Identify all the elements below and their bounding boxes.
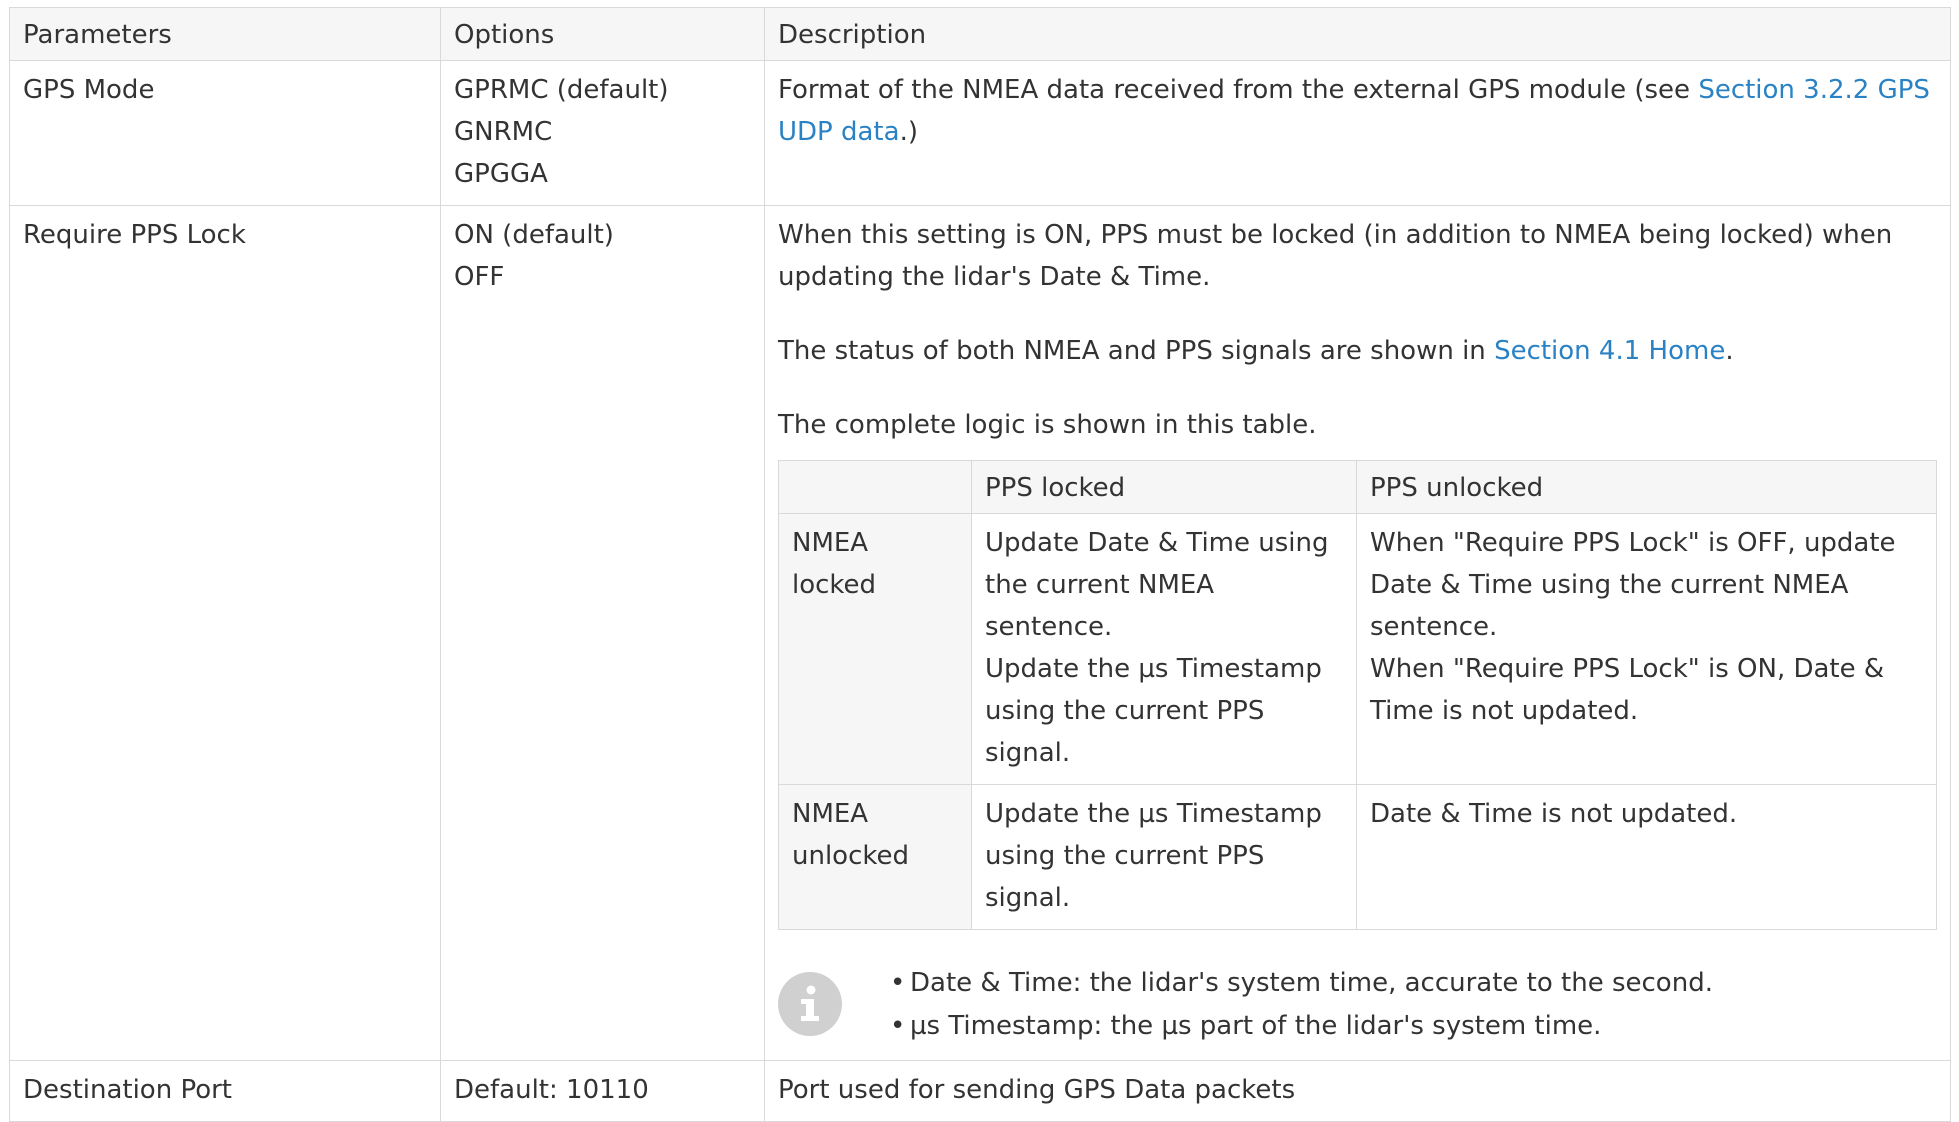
logic-rowhead-nmea-unlocked: NMEA unlocked bbox=[778, 784, 972, 930]
header-description: Description bbox=[764, 7, 1951, 61]
description-require-pps-lock: When this setting is ON, PPS must be loc… bbox=[764, 205, 1951, 1061]
desc-text-end: . bbox=[1725, 336, 1734, 366]
param-gps-mode: GPS Mode bbox=[9, 60, 441, 206]
cell-line: Update Date & Time using the current NME… bbox=[985, 528, 1329, 642]
cell-line: When "Require PPS Lock" is ON, Date & Ti… bbox=[1370, 654, 1885, 726]
options-gps-mode: GPRMC (default) GNRMC GPGGA bbox=[440, 60, 765, 206]
option-item: OFF bbox=[454, 262, 505, 292]
description-destination-port: Port used for sending GPS Data packets bbox=[764, 1060, 1951, 1122]
logic-header-empty bbox=[778, 460, 972, 514]
parameters-table: Parameters Options Description GPS Mode … bbox=[9, 7, 1951, 1122]
option-item: GNRMC bbox=[454, 117, 553, 147]
section-4-1-home-link[interactable]: Section 4.1 Home bbox=[1494, 336, 1725, 366]
desc-paragraph-1: When this setting is ON, PPS must be loc… bbox=[778, 220, 1893, 292]
logic-header-row: PPS locked PPS unlocked bbox=[778, 460, 1937, 514]
note-item: • Date & Time: the lidar's system time, a… bbox=[890, 962, 1713, 1005]
option-item: GPGGA bbox=[454, 159, 548, 189]
info-icon bbox=[778, 972, 842, 1036]
logic-rowhead-nmea-locked: NMEA locked bbox=[778, 513, 972, 785]
bullet: • bbox=[890, 1011, 906, 1041]
option-item: ON (default) bbox=[454, 220, 614, 250]
note-item: • µs Timestamp: the µs part of the lidar'… bbox=[890, 1005, 1713, 1048]
header-options: Options bbox=[440, 7, 765, 61]
logic-row-nmea-locked: NMEA locked Update Date & Time using the… bbox=[778, 513, 1937, 785]
logic-cell-unlocked-unlocked: Date & Time is not updated. bbox=[1356, 784, 1937, 930]
table-row-require-pps-lock: Require PPS Lock ON (default) OFF When t… bbox=[9, 205, 1951, 1061]
desc-text: Format of the NMEA data received from th… bbox=[778, 75, 1699, 105]
note-list: • Date & Time: the lidar's system time, a… bbox=[890, 962, 1713, 1048]
logic-table: PPS locked PPS unlocked NMEA locked Upda… bbox=[778, 460, 1937, 930]
option-item: GPRMC (default) bbox=[454, 75, 669, 105]
options-require-pps-lock: ON (default) OFF bbox=[440, 205, 765, 1061]
cell-line: When "Require PPS Lock" is OFF, update D… bbox=[1370, 528, 1896, 642]
logic-header-pps-locked: PPS locked bbox=[971, 460, 1357, 514]
desc-text-end: .) bbox=[899, 117, 918, 147]
desc-paragraph-3: The complete logic is shown in this tabl… bbox=[778, 410, 1317, 440]
description-gps-mode: Format of the NMEA data received from th… bbox=[764, 60, 1951, 206]
info-glyph bbox=[801, 985, 819, 1021]
cell-line: Update the µs Timestamp using the curren… bbox=[985, 654, 1322, 768]
table-header-row: Parameters Options Description bbox=[9, 7, 1951, 61]
logic-header-pps-unlocked: PPS unlocked bbox=[1356, 460, 1937, 514]
header-parameters: Parameters bbox=[9, 7, 441, 61]
logic-cell-locked-locked: Update Date & Time using the current NME… bbox=[971, 513, 1357, 785]
param-require-pps-lock: Require PPS Lock bbox=[9, 205, 441, 1061]
desc-paragraph-2: The status of both NMEA and PPS signals … bbox=[778, 330, 1937, 372]
note-text: µs Timestamp: the µs part of the lidar's… bbox=[910, 1011, 1602, 1041]
table-row-gps-mode: GPS Mode GPRMC (default) GNRMC GPGGA For… bbox=[9, 60, 1951, 206]
desc-text: The status of both NMEA and PPS signals … bbox=[778, 336, 1495, 366]
bullet: • bbox=[890, 968, 906, 998]
info-note: • Date & Time: the lidar's system time, a… bbox=[778, 958, 1937, 1050]
logic-cell-unlocked-locked: Update the µs Timestamp using the curren… bbox=[971, 784, 1357, 930]
note-text: Date & Time: the lidar's system time, ac… bbox=[910, 968, 1713, 998]
logic-row-nmea-unlocked: NMEA unlocked Update the µs Timestamp us… bbox=[778, 784, 1937, 930]
options-destination-port: Default: 10110 bbox=[440, 1060, 765, 1122]
table-row-destination-port: Destination Port Default: 10110 Port use… bbox=[9, 1060, 1951, 1122]
logic-cell-locked-unlocked: When "Require PPS Lock" is OFF, update D… bbox=[1356, 513, 1937, 785]
param-destination-port: Destination Port bbox=[9, 1060, 441, 1122]
